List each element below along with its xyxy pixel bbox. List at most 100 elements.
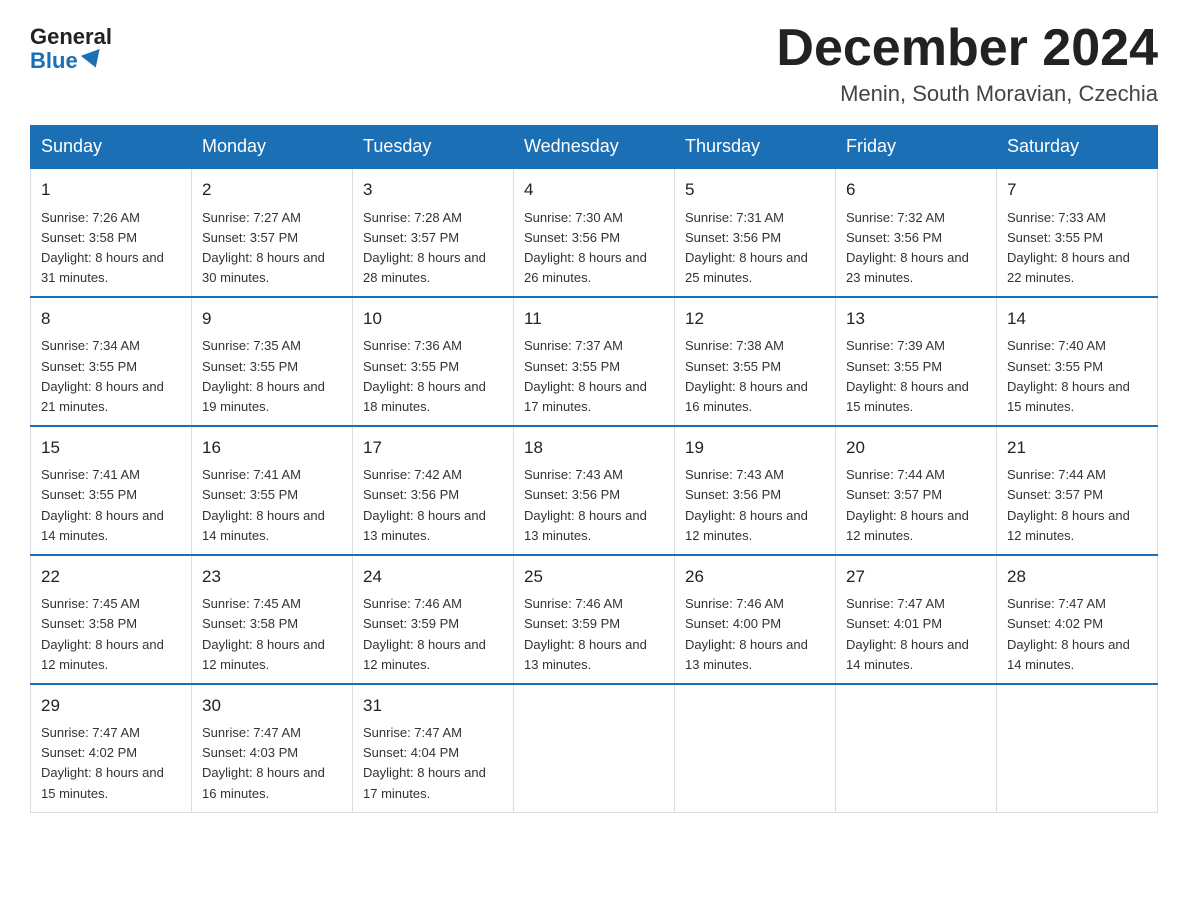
- day-info: Sunrise: 7:43 AMSunset: 3:56 PMDaylight:…: [685, 467, 808, 542]
- logo: General Blue: [30, 26, 112, 74]
- day-cell: 26 Sunrise: 7:46 AMSunset: 4:00 PMDayligh…: [675, 555, 836, 684]
- week-row-4: 22 Sunrise: 7:45 AMSunset: 3:58 PMDayligh…: [31, 555, 1158, 684]
- day-number: 11: [524, 306, 664, 332]
- month-title: December 2024: [776, 20, 1158, 77]
- day-number: 16: [202, 435, 342, 461]
- day-cell: 20Sunrise: 7:44 AMSunset: 3:57 PMDayligh…: [836, 426, 997, 555]
- day-cell: 3Sunrise: 7:28 AMSunset: 3:57 PMDaylight…: [353, 168, 514, 297]
- day-info: Sunrise: 7:36 AMSunset: 3:55 PMDaylight:…: [363, 338, 486, 413]
- day-info: Sunrise: 7:38 AMSunset: 3:55 PMDaylight:…: [685, 338, 808, 413]
- day-number: 14: [1007, 306, 1147, 332]
- day-info: Sunrise: 7:41 AMSunset: 3:55 PMDaylight:…: [202, 467, 325, 542]
- day-cell: 18 Sunrise: 7:43 AMSunset: 3:56 PMDayligh…: [514, 426, 675, 555]
- day-number: 25: [524, 564, 664, 590]
- day-number: 2: [202, 177, 342, 203]
- day-cell: [675, 684, 836, 812]
- day-cell: 14 Sunrise: 7:40 AMSunset: 3:55 PMDayligh…: [997, 297, 1158, 426]
- day-number: 22: [41, 564, 181, 590]
- day-cell: 15Sunrise: 7:41 AMSunset: 3:55 PMDayligh…: [31, 426, 192, 555]
- day-number: 30: [202, 693, 342, 719]
- day-number: 19: [685, 435, 825, 461]
- day-cell: 24Sunrise: 7:46 AMSunset: 3:59 PMDayligh…: [353, 555, 514, 684]
- day-cell: 10 Sunrise: 7:36 AMSunset: 3:55 PMDayligh…: [353, 297, 514, 426]
- day-info: Sunrise: 7:27 AMSunset: 3:57 PMDaylight:…: [202, 210, 325, 285]
- day-number: 23: [202, 564, 342, 590]
- day-cell: 2 Sunrise: 7:27 AMSunset: 3:57 PMDaylight…: [192, 168, 353, 297]
- day-number: 29: [41, 693, 181, 719]
- calendar-header: SundayMondayTuesdayWednesdayThursdayFrid…: [31, 126, 1158, 169]
- day-cell: 27 Sunrise: 7:47 AMSunset: 4:01 PMDayligh…: [836, 555, 997, 684]
- header-cell-friday: Friday: [836, 126, 997, 169]
- day-number: 8: [41, 306, 181, 332]
- day-cell: 13 Sunrise: 7:39 AMSunset: 3:55 PMDayligh…: [836, 297, 997, 426]
- day-cell: 7 Sunrise: 7:33 AMSunset: 3:55 PMDaylight…: [997, 168, 1158, 297]
- day-number: 26: [685, 564, 825, 590]
- day-info: Sunrise: 7:42 AMSunset: 3:56 PMDaylight:…: [363, 467, 486, 542]
- header-cell-sunday: Sunday: [31, 126, 192, 169]
- day-number: 31: [363, 693, 503, 719]
- day-info: Sunrise: 7:47 AMSunset: 4:02 PMDaylight:…: [1007, 596, 1130, 671]
- day-cell: 19 Sunrise: 7:43 AMSunset: 3:56 PMDayligh…: [675, 426, 836, 555]
- day-info: Sunrise: 7:32 AMSunset: 3:56 PMDaylight:…: [846, 210, 969, 285]
- day-info: Sunrise: 7:47 AMSunset: 4:01 PMDaylight:…: [846, 596, 969, 671]
- day-info: Sunrise: 7:45 AMSunset: 3:58 PMDaylight:…: [41, 596, 164, 671]
- logo-blue-text: Blue: [30, 48, 103, 74]
- day-number: 10: [363, 306, 503, 332]
- day-info: Sunrise: 7:39 AMSunset: 3:55 PMDaylight:…: [846, 338, 969, 413]
- day-number: 18: [524, 435, 664, 461]
- title-area: December 2024 Menin, South Moravian, Cze…: [776, 20, 1158, 107]
- day-cell: 12 Sunrise: 7:38 AMSunset: 3:55 PMDayligh…: [675, 297, 836, 426]
- day-info: Sunrise: 7:28 AMSunset: 3:57 PMDaylight:…: [363, 210, 486, 285]
- day-number: 24: [363, 564, 503, 590]
- logo-triangle-icon: [81, 49, 105, 71]
- header-cell-wednesday: Wednesday: [514, 126, 675, 169]
- day-info: Sunrise: 7:34 AMSunset: 3:55 PMDaylight:…: [41, 338, 164, 413]
- week-row-2: 8 Sunrise: 7:34 AMSunset: 3:55 PMDaylight…: [31, 297, 1158, 426]
- day-info: Sunrise: 7:35 AMSunset: 3:55 PMDaylight:…: [202, 338, 325, 413]
- day-number: 13: [846, 306, 986, 332]
- header: General Blue December 2024 Menin, South …: [30, 20, 1158, 107]
- day-cell: 31Sunrise: 7:47 AMSunset: 4:04 PMDayligh…: [353, 684, 514, 812]
- header-cell-tuesday: Tuesday: [353, 126, 514, 169]
- day-cell: 1 Sunrise: 7:26 AMSunset: 3:58 PMDaylight…: [31, 168, 192, 297]
- location-subtitle: Menin, South Moravian, Czechia: [776, 81, 1158, 107]
- week-row-1: 1 Sunrise: 7:26 AMSunset: 3:58 PMDaylight…: [31, 168, 1158, 297]
- day-cell: 6 Sunrise: 7:32 AMSunset: 3:56 PMDaylight…: [836, 168, 997, 297]
- day-cell: 30 Sunrise: 7:47 AMSunset: 4:03 PMDayligh…: [192, 684, 353, 812]
- header-cell-monday: Monday: [192, 126, 353, 169]
- day-info: Sunrise: 7:41 AMSunset: 3:55 PMDaylight:…: [41, 467, 164, 542]
- week-row-5: 29Sunrise: 7:47 AMSunset: 4:02 PMDayligh…: [31, 684, 1158, 812]
- day-info: Sunrise: 7:46 AMSunset: 4:00 PMDaylight:…: [685, 596, 808, 671]
- day-info: Sunrise: 7:46 AMSunset: 3:59 PMDaylight:…: [524, 596, 647, 671]
- day-cell: 5Sunrise: 7:31 AMSunset: 3:56 PMDaylight…: [675, 168, 836, 297]
- day-cell: 25 Sunrise: 7:46 AMSunset: 3:59 PMDayligh…: [514, 555, 675, 684]
- calendar-body: 1 Sunrise: 7:26 AMSunset: 3:58 PMDaylight…: [31, 168, 1158, 812]
- day-number: 7: [1007, 177, 1147, 203]
- day-info: Sunrise: 7:26 AMSunset: 3:58 PMDaylight:…: [41, 210, 164, 285]
- day-cell: [997, 684, 1158, 812]
- day-cell: 22 Sunrise: 7:45 AMSunset: 3:58 PMDayligh…: [31, 555, 192, 684]
- header-cell-saturday: Saturday: [997, 126, 1158, 169]
- day-cell: 23Sunrise: 7:45 AMSunset: 3:58 PMDayligh…: [192, 555, 353, 684]
- header-cell-thursday: Thursday: [675, 126, 836, 169]
- day-info: Sunrise: 7:44 AMSunset: 3:57 PMDaylight:…: [846, 467, 969, 542]
- day-info: Sunrise: 7:43 AMSunset: 3:56 PMDaylight:…: [524, 467, 647, 542]
- day-cell: 4Sunrise: 7:30 AMSunset: 3:56 PMDaylight…: [514, 168, 675, 297]
- day-number: 27: [846, 564, 986, 590]
- day-number: 1: [41, 177, 181, 203]
- day-cell: 29Sunrise: 7:47 AMSunset: 4:02 PMDayligh…: [31, 684, 192, 812]
- day-info: Sunrise: 7:37 AMSunset: 3:55 PMDaylight:…: [524, 338, 647, 413]
- day-info: Sunrise: 7:31 AMSunset: 3:56 PMDaylight:…: [685, 210, 808, 285]
- week-row-3: 15Sunrise: 7:41 AMSunset: 3:55 PMDayligh…: [31, 426, 1158, 555]
- day-info: Sunrise: 7:40 AMSunset: 3:55 PMDaylight:…: [1007, 338, 1130, 413]
- day-number: 17: [363, 435, 503, 461]
- day-number: 28: [1007, 564, 1147, 590]
- day-number: 6: [846, 177, 986, 203]
- day-number: 12: [685, 306, 825, 332]
- day-cell: 21Sunrise: 7:44 AMSunset: 3:57 PMDayligh…: [997, 426, 1158, 555]
- day-cell: 11 Sunrise: 7:37 AMSunset: 3:55 PMDayligh…: [514, 297, 675, 426]
- day-info: Sunrise: 7:33 AMSunset: 3:55 PMDaylight:…: [1007, 210, 1130, 285]
- day-info: Sunrise: 7:47 AMSunset: 4:03 PMDaylight:…: [202, 725, 325, 800]
- day-cell: [836, 684, 997, 812]
- day-cell: 16 Sunrise: 7:41 AMSunset: 3:55 PMDayligh…: [192, 426, 353, 555]
